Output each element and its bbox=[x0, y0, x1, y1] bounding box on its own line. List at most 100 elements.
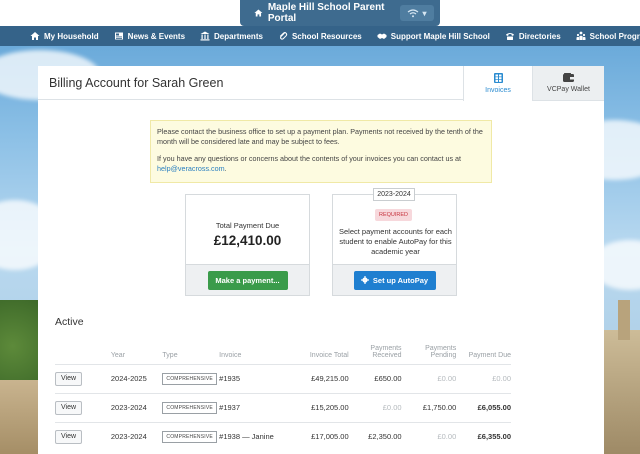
received-cell: £650.00 bbox=[348, 363, 402, 393]
page-title: Billing Account for Sarah Green bbox=[49, 75, 224, 90]
newspaper-icon bbox=[114, 32, 123, 40]
nav-item-support-school[interactable]: Support Maple Hill School bbox=[377, 31, 490, 41]
due-cell: £0.00 bbox=[456, 363, 511, 393]
due-cell: £6,055.00 bbox=[456, 392, 511, 422]
table-row: View 2023-2024 COMPREHENSIVE #1938 — Jan… bbox=[55, 421, 511, 451]
due-cell: £6,355.00 bbox=[456, 421, 511, 451]
portal-title[interactable]: Maple Hill School Parent Portal bbox=[240, 2, 398, 24]
home-icon bbox=[30, 32, 40, 40]
portal-title-text: Maple Hill School Parent Portal bbox=[267, 2, 385, 24]
nav-item-label: School Programmes bbox=[589, 31, 640, 41]
academic-year-badge: 2023-2024 bbox=[373, 188, 415, 201]
setup-autopay-button[interactable]: Set up AutoPay bbox=[353, 270, 436, 290]
handshake-icon bbox=[377, 33, 387, 39]
nav-item-my-household[interactable]: My Household bbox=[30, 31, 99, 41]
actions-cell: View bbox=[55, 421, 111, 451]
actions-cell: View bbox=[55, 392, 111, 422]
pending-cell: £0.00 bbox=[401, 363, 457, 393]
total-cell: £15,205.00 bbox=[293, 392, 349, 422]
tab-invoices-label: Invoices bbox=[485, 87, 511, 94]
header-actions bbox=[55, 340, 111, 364]
pending-cell: £1,750.00 bbox=[401, 392, 457, 422]
nav-item-school-programmes[interactable]: School Programmes bbox=[576, 31, 640, 41]
nav-item-label: Support Maple Hill School bbox=[390, 31, 490, 41]
header-invoice: Invoice bbox=[219, 351, 242, 359]
pending-cell: £0.00 bbox=[401, 421, 457, 451]
nav-item-label: Departments bbox=[214, 31, 263, 41]
required-badge: REQUIRED bbox=[375, 209, 413, 221]
autopay-description: Select payment accounts for each student… bbox=[339, 227, 452, 257]
type-cell: COMPREHENSIVE bbox=[162, 363, 220, 393]
type-badge: COMPREHENSIVE bbox=[162, 430, 217, 443]
type-cell: COMPREHENSIVE bbox=[162, 392, 220, 422]
background-building bbox=[0, 380, 40, 454]
nav-item-label: Directories bbox=[518, 31, 561, 41]
view-invoice-button[interactable]: View bbox=[55, 371, 82, 386]
nav-item-label: My Household bbox=[44, 31, 99, 41]
nav-item-school-resources[interactable]: School Resources bbox=[278, 31, 362, 41]
payment-due-amount: £12,410.00 bbox=[213, 233, 282, 248]
autopay-box: 2023-2024 REQUIRED Select payment accoun… bbox=[332, 188, 457, 296]
table-row: View 2023-2024 COMPREHENSIVE #1937 £15,2… bbox=[55, 392, 511, 422]
nav-item-departments[interactable]: Departments bbox=[200, 31, 263, 41]
nav-item-directories[interactable]: Directories bbox=[505, 31, 561, 41]
nav-item-label: School Resources bbox=[291, 31, 362, 41]
home-icon bbox=[254, 9, 263, 17]
received-cell: £0.00 bbox=[348, 392, 402, 422]
make-payment-button[interactable]: Make a payment... bbox=[207, 270, 288, 290]
main-nav: My Household News & Events Departments S… bbox=[0, 26, 640, 46]
actions-cell: View bbox=[55, 363, 111, 393]
total-cell: £49,215.00 bbox=[293, 363, 349, 393]
year-cell: 2023-2024 bbox=[110, 421, 163, 451]
payment-box-footer: Make a payment... bbox=[186, 264, 309, 295]
view-invoice-button[interactable]: View bbox=[55, 429, 82, 444]
notice-text: Please contact the business office to se… bbox=[157, 127, 483, 147]
tab-invoices[interactable]: Invoices bbox=[463, 66, 533, 101]
payment-notice: Please contact the business office to se… bbox=[150, 120, 492, 183]
active-invoices-title: Active bbox=[55, 316, 84, 328]
connection-dropdown[interactable]: ▾ bbox=[400, 5, 434, 21]
background-building bbox=[604, 330, 640, 454]
type-cell: COMPREHENSIVE bbox=[162, 421, 220, 451]
view-invoice-button[interactable]: View bbox=[55, 400, 82, 415]
nav-item-label: News & Events bbox=[127, 31, 186, 41]
table-header-row: Year Type Invoice Invoice Total Payments… bbox=[55, 340, 511, 364]
table-row: View 2024-2025 COMPREHENSIVE #1935 £49,2… bbox=[55, 363, 511, 393]
header-payments-received: Payments Received bbox=[370, 344, 402, 359]
help-email-link[interactable]: help@veracross.com bbox=[157, 164, 225, 173]
received-cell: £2,350.00 bbox=[348, 421, 402, 451]
header-type: Type bbox=[162, 351, 178, 359]
background-tower bbox=[618, 300, 630, 340]
wifi-icon bbox=[408, 8, 419, 17]
paperclip-icon bbox=[279, 32, 288, 40]
header-invoice-total: Invoice Total bbox=[309, 351, 349, 359]
invoice-cell: #1937 bbox=[219, 392, 294, 422]
portal-header: Maple Hill School Parent Portal ▾ bbox=[240, 0, 440, 26]
notice-contact: If you have any questions or concerns ab… bbox=[157, 154, 485, 175]
invoice-cell: #1938 — Janine bbox=[219, 421, 294, 451]
invoice-cell: #1935 bbox=[219, 363, 294, 393]
invoice-grid-icon bbox=[493, 73, 503, 83]
chevron-down-icon: ▾ bbox=[422, 8, 427, 18]
nav-item-news-events[interactable]: News & Events bbox=[114, 31, 185, 41]
header-payment-due: Payment Due bbox=[468, 351, 511, 359]
type-badge: COMPREHENSIVE bbox=[162, 372, 217, 385]
autopay-box-footer: Set up AutoPay bbox=[333, 264, 456, 295]
setup-autopay-label: Set up AutoPay bbox=[372, 275, 429, 285]
invoices-table: Year Type Invoice Invoice Total Payments… bbox=[55, 340, 511, 451]
payment-due-label: Total Payment Due bbox=[215, 221, 280, 230]
header-year: Year bbox=[110, 351, 126, 359]
tab-vcpay-wallet[interactable]: VCPay Wallet bbox=[533, 66, 604, 101]
people-icon bbox=[576, 31, 586, 40]
payment-due-box: Total Payment Due £12,410.00 Make a paym… bbox=[185, 194, 310, 296]
year-cell: 2023-2024 bbox=[110, 392, 163, 422]
wallet-icon bbox=[563, 73, 574, 82]
billing-card: Billing Account for Sarah Green Invoices… bbox=[38, 66, 604, 454]
notice-contact-text: If you have any questions or concerns ab… bbox=[157, 153, 462, 163]
total-cell: £17,005.00 bbox=[293, 421, 349, 451]
year-cell: 2024-2025 bbox=[110, 363, 163, 393]
phone-icon bbox=[505, 33, 514, 40]
type-badge: COMPREHENSIVE bbox=[162, 401, 217, 414]
building-icon bbox=[200, 31, 210, 41]
notice-contact-suffix: . bbox=[224, 164, 227, 174]
